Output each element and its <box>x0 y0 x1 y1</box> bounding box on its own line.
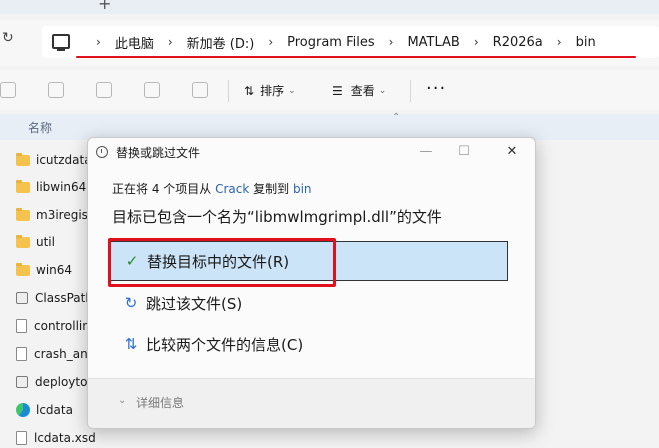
breadcrumb-matlab[interactable]: MATLAB <box>407 35 459 50</box>
breadcrumb-separator[interactable]: › <box>389 35 394 49</box>
breadcrumb-drive-d[interactable]: 新加卷 (D:) <box>187 33 255 52</box>
annotation-underline <box>76 56 636 58</box>
refresh-icon[interactable]: ↻ <box>2 30 16 50</box>
chevron-down-icon: ⌄ <box>378 85 387 96</box>
list-item[interactable]: controllin <box>16 316 90 336</box>
config-file-icon <box>16 292 28 304</box>
list-item[interactable]: m3iregis <box>16 205 88 225</box>
breadcrumb-program-files[interactable]: Program Files <box>287 35 375 50</box>
list-item[interactable]: deployto <box>16 372 87 392</box>
delete-icon[interactable] <box>192 82 208 98</box>
dialog-title: 替换或跳过文件 <box>116 146 201 160</box>
folder-icon <box>16 179 30 193</box>
list-item[interactable]: util <box>16 232 55 252</box>
file-name: icutzdata <box>36 153 92 167</box>
file-name: lcdata.xsd <box>34 431 96 445</box>
folder-icon <box>16 207 30 221</box>
sort-label: 排序 <box>260 84 285 98</box>
view-icon: ☰ <box>332 83 343 98</box>
sort-icon: ⇅ <box>244 83 255 98</box>
list-item[interactable]: crash_an <box>16 344 88 364</box>
folder-icon <box>16 234 30 248</box>
folder-icon <box>16 152 30 166</box>
document-icon <box>16 431 27 445</box>
file-name: crash_an <box>34 347 88 361</box>
list-item[interactable]: libwin64 <box>16 177 86 197</box>
clock-icon <box>96 146 108 158</box>
document-icon <box>16 319 27 333</box>
file-name: win64 <box>36 263 73 277</box>
copy-icon[interactable] <box>0 82 16 98</box>
compare-icon: ⇅ <box>124 335 138 353</box>
more-options-button[interactable]: ··· <box>426 78 446 99</box>
details-toggle[interactable]: 详细信息 <box>136 394 184 411</box>
skip-option[interactable]: ↻ 跳过该文件(S) <box>108 283 508 323</box>
breadcrumb-this-pc[interactable]: 此电脑 <box>115 33 154 52</box>
annotation-highlight-box <box>108 238 336 287</box>
list-item[interactable]: lcdata.xsd <box>16 428 96 448</box>
list-item[interactable]: icutzdata <box>16 150 92 170</box>
compare-option-label: 比较两个文件的信息(C) <box>146 335 304 354</box>
conflict-message: 目标已包含一个名为“libmwlmgrimpl.dll”的文件 <box>112 208 442 226</box>
share-icon[interactable] <box>144 82 160 98</box>
minimize-button[interactable]: — <box>414 142 438 162</box>
breadcrumb: › 此电脑 › 新加卷 (D:) › Program Files › MATLA… <box>82 26 596 58</box>
source-folder-link[interactable]: Crack <box>215 182 249 196</box>
maximize-button[interactable]: ☐ <box>452 142 476 162</box>
progress-text: 正在将 4 个项目从 Crack 复制到 bin <box>112 180 312 197</box>
file-name: m3iregis <box>36 208 88 222</box>
rename-icon[interactable] <box>96 82 112 98</box>
view-button[interactable]: ☰ 查看 ⌄ <box>332 82 386 99</box>
breadcrumb-separator[interactable]: › <box>557 35 562 49</box>
breadcrumb-separator[interactable]: › <box>474 35 479 49</box>
edge-browser-icon <box>16 403 30 417</box>
file-name: controllin <box>34 319 90 333</box>
file-name: deployto <box>35 375 88 389</box>
tab-strip: + <box>0 0 659 14</box>
file-name: util <box>36 235 55 249</box>
dest-folder-link[interactable]: bin <box>293 182 312 196</box>
progress-mid: 复制到 <box>253 182 290 196</box>
progress-prefix: 正在将 4 个项目从 <box>112 182 212 196</box>
skip-option-label: 跳过该文件(S) <box>146 294 243 313</box>
column-name-header[interactable]: 名称 <box>28 119 52 136</box>
chevron-down-icon[interactable]: ⌄ <box>118 395 126 406</box>
address-bar[interactable]: › 此电脑 › 新加卷 (D:) › Program Files › MATLA… <box>42 26 659 58</box>
new-tab-icon[interactable]: + <box>98 0 111 13</box>
breadcrumb-separator[interactable]: › <box>268 35 273 49</box>
address-row: ↻ › 此电脑 › 新加卷 (D:) › Program Files › MAT… <box>0 20 659 66</box>
document-icon <box>16 347 27 361</box>
sort-button[interactable]: ⇅ 排序 ⌄ <box>244 82 296 99</box>
breadcrumb-r2026a[interactable]: R2026a <box>493 35 543 50</box>
toolbar-divider <box>410 80 411 102</box>
config-file-icon <box>16 376 28 388</box>
computer-icon <box>52 34 70 51</box>
command-toolbar: ⇅ 排序 ⌄ ☰ 查看 ⌄ ··· <box>0 70 659 110</box>
view-label: 查看 <box>350 84 375 98</box>
file-name: libwin64 <box>36 180 87 194</box>
toolbar-divider <box>228 80 229 102</box>
close-button[interactable]: ✕ <box>500 142 524 162</box>
list-item[interactable]: lcdata <box>16 400 73 420</box>
compare-option[interactable]: ⇅ 比较两个文件的信息(C) <box>108 324 508 364</box>
breadcrumb-separator[interactable]: › <box>168 35 173 49</box>
file-name: ClassPath <box>35 291 93 305</box>
breadcrumb-separator[interactable]: › <box>96 35 101 49</box>
paste-icon[interactable] <box>48 82 64 98</box>
folder-icon <box>16 262 30 276</box>
breadcrumb-bin[interactable]: bin <box>576 35 596 50</box>
file-name: lcdata <box>36 403 73 417</box>
dialog-footer: ⌄ 详细信息 <box>88 378 535 428</box>
skip-icon: ↻ <box>124 294 138 312</box>
list-item[interactable]: ClassPath <box>16 288 93 308</box>
sort-caret-icon: ⌃ <box>392 112 401 123</box>
list-item[interactable]: win64 <box>16 260 72 280</box>
chevron-down-icon: ⌄ <box>288 85 296 96</box>
